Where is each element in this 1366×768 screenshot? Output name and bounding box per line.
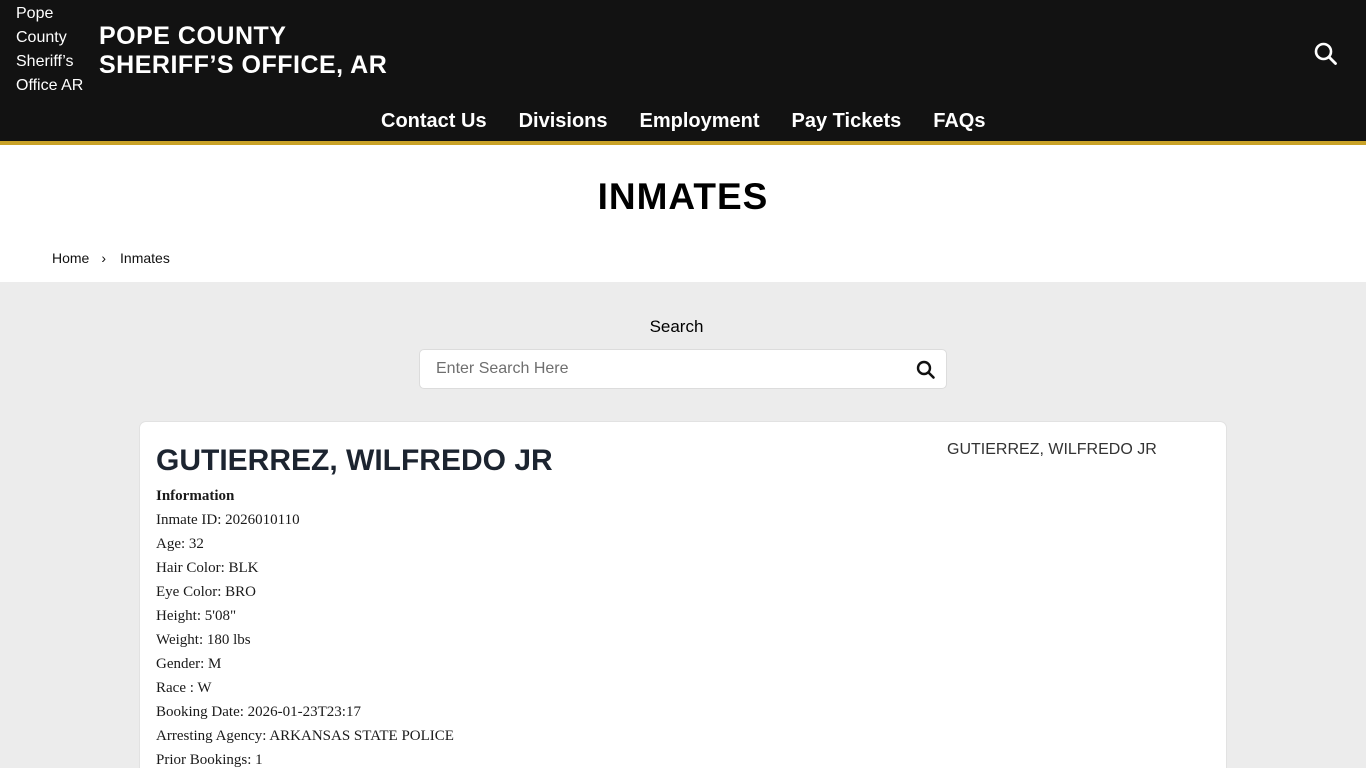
search-box: [419, 349, 947, 389]
detail-prior-bookings: Prior Bookings: 1: [156, 752, 263, 768]
detail-weight: Weight: 180 lbs: [156, 632, 251, 648]
detail-eye-color: Eye Color: BRO: [156, 584, 256, 600]
site-header: Pope County Sheriff’s Office AR POPE COU…: [0, 0, 1366, 141]
detail-inmate-id: Inmate ID: 2026010110: [156, 512, 300, 528]
search-label: Search: [649, 317, 704, 336]
information-heading: Information: [156, 488, 235, 504]
detail-booking-date: Booking Date: 2026-01-23T23:17: [156, 704, 361, 720]
detail-arresting-agency: Arresting Agency: ARKANSAS STATE POLICE: [156, 728, 454, 744]
page-title: INMATES: [597, 176, 769, 217]
nav-item-divisions[interactable]: Divisions: [503, 104, 624, 138]
detail-hair-color: Hair Color: BLK: [156, 560, 259, 576]
breadcrumb-home[interactable]: Home: [52, 250, 89, 266]
nav-item-contact-us[interactable]: Contact Us: [365, 104, 503, 138]
site-title-line-2: SHERIFF’S OFFICE, AR: [99, 51, 388, 79]
breadcrumb: Home › Inmates: [52, 248, 170, 268]
inmate-card: GUTIERREZ, WILFREDO JR GUTIERREZ, WILFRE…: [139, 421, 1227, 768]
detail-race: Race : W: [156, 680, 212, 696]
detail-gender: Gender: M: [156, 656, 222, 672]
search-icon[interactable]: [1311, 39, 1341, 69]
inmate-photo: GUTIERREZ, WILFREDO JR: [947, 441, 1157, 458]
inmate-information: Information Inmate ID: 2026010110 Age: 3…: [156, 484, 454, 768]
nav-item-employment[interactable]: Employment: [624, 104, 776, 138]
main-nav: Contact Us Divisions Employment Pay Tick…: [365, 104, 1002, 138]
site-title-line-1: POPE COUNTY: [99, 22, 287, 50]
inmate-name: GUTIERREZ, WILFREDO JR: [156, 444, 553, 477]
detail-height: Height: 5'08": [156, 608, 237, 624]
detail-age: Age: 32: [156, 536, 204, 552]
search-input[interactable]: [420, 350, 900, 388]
search-icon[interactable]: [914, 358, 938, 382]
site-title[interactable]: POPE COUNTY SHERIFF’S OFFICE, AR: [99, 22, 459, 80]
breadcrumb-separator: ›: [101, 250, 107, 266]
breadcrumb-current: Inmates: [120, 250, 170, 266]
nav-item-faqs[interactable]: FAQs: [917, 104, 1001, 138]
nav-item-pay-tickets[interactable]: Pay Tickets: [776, 104, 918, 138]
logo[interactable]: Pope County Sheriff’s Office AR: [16, 2, 96, 98]
